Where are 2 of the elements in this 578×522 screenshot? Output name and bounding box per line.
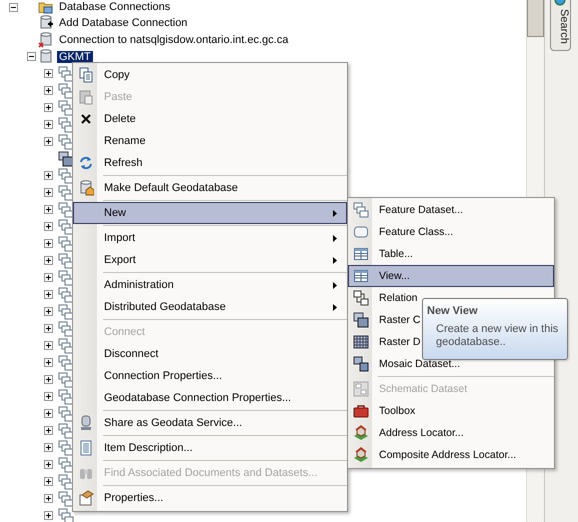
tooltip-title: New View (427, 305, 479, 317)
tooltip-text: Create a new view in this geodatabase.. (435, 323, 560, 349)
